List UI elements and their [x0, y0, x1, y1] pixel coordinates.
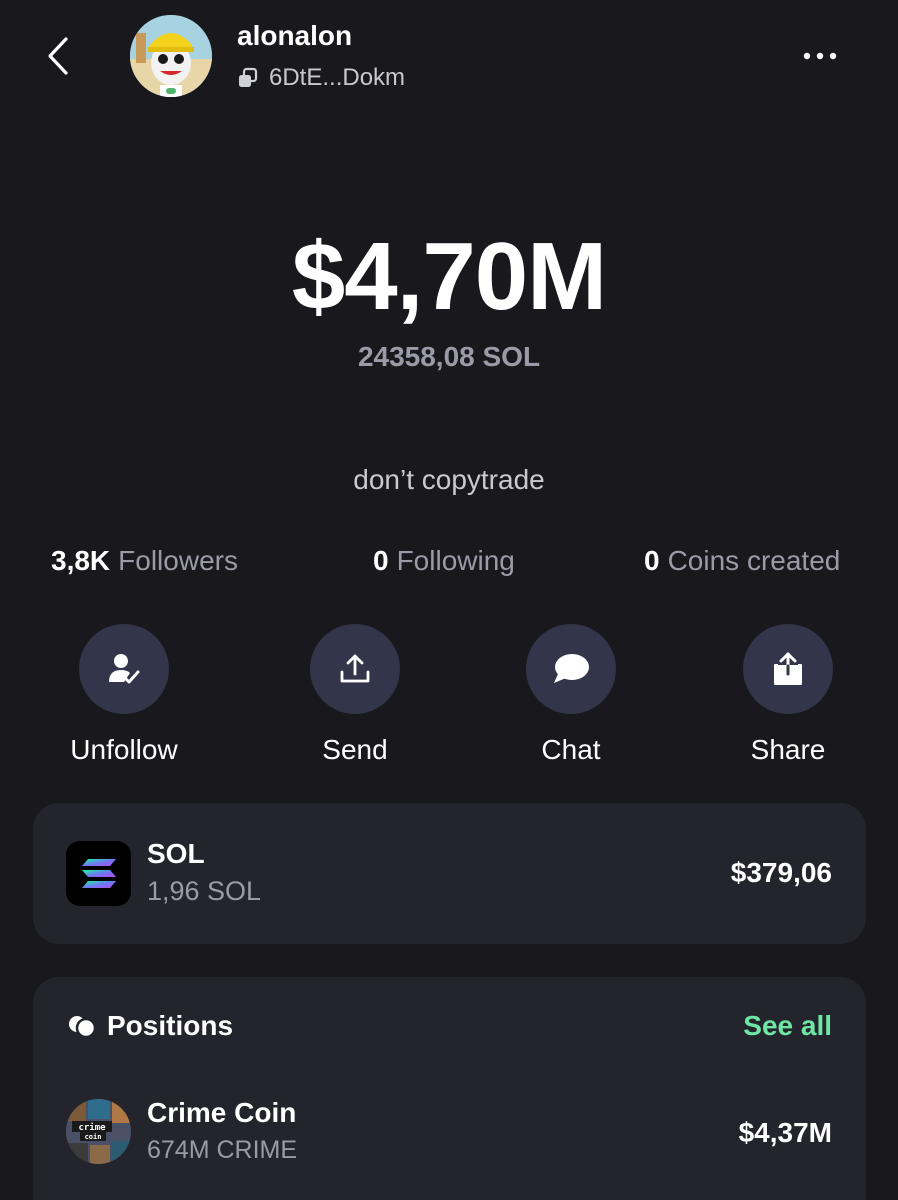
followers-count: 3,8K	[51, 545, 111, 576]
user-check-icon	[109, 654, 140, 684]
balance-sol: 24358,08 SOL	[357, 341, 541, 372]
sol-holding-card[interactable]: SOL 1,96 SOL $379,06	[33, 803, 866, 944]
position-amount: 674M CRIME	[147, 1136, 298, 1164]
following-label: Following	[396, 545, 515, 576]
position-name: Crime Coin	[147, 1097, 297, 1128]
coins-created-count: 0	[644, 545, 660, 576]
sol-token-amount: 1,96 SOL	[147, 876, 262, 906]
upload-icon	[340, 654, 370, 683]
position-value: $4,37M	[738, 1117, 832, 1148]
profile-page: alonalon 6DtE...Dokm $4,70M 24358,08 SOL…	[0, 0, 898, 1200]
sol-token-name: SOL	[147, 838, 205, 869]
share-label: Share	[750, 734, 826, 765]
positions-title: Positions	[107, 1010, 234, 1041]
coins-created-label: Coins created	[667, 545, 841, 576]
crime-coin-logo-icon: crime coin	[66, 1099, 131, 1164]
sol-token-value: $379,06	[730, 857, 832, 888]
followers-stat[interactable]: 3,8K Followers	[51, 545, 238, 577]
copy-icon	[239, 67, 258, 87]
unfollow-circle	[79, 624, 169, 714]
positions-icon	[69, 1016, 97, 1039]
send-label: Send	[322, 734, 388, 765]
total-balance: $4,70M	[291, 223, 607, 330]
chat-bubble-icon	[554, 654, 589, 683]
see-all-link[interactable]: See all	[743, 1010, 832, 1042]
following-stat[interactable]: 0 Following	[373, 545, 515, 577]
share-circle	[743, 624, 833, 714]
more-options-button[interactable]	[792, 38, 848, 74]
coin-logo-text-2: coin	[85, 1133, 102, 1141]
following-count: 0	[373, 545, 389, 576]
chat-button[interactable]: Chat	[491, 624, 651, 766]
username: alonalon	[237, 20, 353, 51]
followers-label: Followers	[118, 545, 238, 576]
bio: don’t copytrade	[353, 464, 545, 495]
chat-label: Chat	[541, 734, 601, 765]
coins-created-stat[interactable]: 0 Coins created	[644, 545, 840, 577]
coin-logo-text-1: crime	[78, 1122, 106, 1133]
avatar[interactable]	[130, 15, 212, 97]
share-icon	[774, 652, 802, 685]
share-button[interactable]: Share	[708, 624, 868, 766]
positions-header: Positions	[67, 1010, 233, 1042]
positions-card: Positions See all crime coin Crime Coin …	[33, 977, 866, 1200]
chevron-left-icon	[48, 37, 68, 75]
solana-logo-icon	[66, 841, 131, 906]
unfollow-button[interactable]: Unfollow	[44, 624, 204, 766]
unfollow-label: Unfollow	[70, 734, 178, 765]
more-dots-icon	[803, 52, 837, 60]
position-row[interactable]: crime coin Crime Coin 674M CRIME $4,37M	[33, 1081, 866, 1164]
send-circle	[310, 624, 400, 714]
back-button[interactable]	[36, 32, 80, 80]
wallet-address[interactable]: 6DtE...Dokm	[237, 62, 405, 94]
address-text: 6DtE...Dokm	[269, 64, 406, 91]
send-button[interactable]: Send	[275, 624, 435, 766]
avatar-image	[130, 15, 212, 97]
chat-circle	[526, 624, 616, 714]
